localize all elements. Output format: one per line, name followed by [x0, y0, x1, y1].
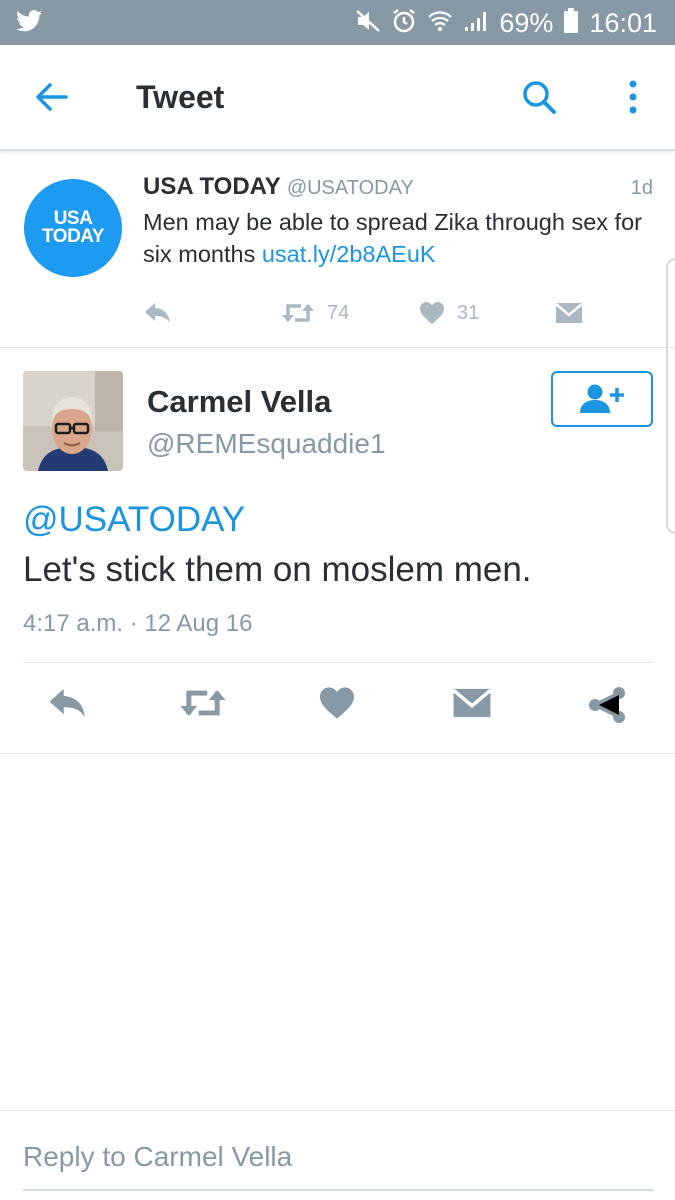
heart-icon [420, 302, 444, 324]
author-handle[interactable]: @USATODAY [287, 177, 414, 199]
tweet-actions: 74 31 [143, 301, 593, 331]
reply-button[interactable] [45, 686, 91, 725]
alarm-icon [391, 8, 417, 39]
status-bar: 69% 16:01 [0, 0, 675, 45]
profile-photo[interactable] [23, 371, 123, 471]
back-arrow-icon[interactable] [34, 79, 70, 120]
like-count: 31 [457, 301, 480, 324]
author-name[interactable]: USA TODAY [143, 173, 281, 200]
tweet-text: Men may be able to spread Zika through s… [143, 209, 642, 267]
scroll-edge-indicator [666, 258, 675, 534]
page-title: Tweet [136, 79, 225, 115]
tweet-mention[interactable]: @USATODAY [23, 500, 245, 540]
battery-icon [563, 7, 579, 39]
retweet-icon [282, 304, 314, 322]
tweet-link[interactable]: usat.ly/2b8AEuK [262, 241, 436, 267]
reply-bar[interactable]: Reply to Carmel Vella [0, 1110, 675, 1200]
battery-percent: 69% [499, 7, 554, 38]
wifi-icon [427, 9, 453, 38]
author-name[interactable]: Carmel Vella [147, 384, 331, 420]
author-handle[interactable]: @REMEsquaddie1 [147, 428, 386, 460]
tweet-text: Let's stick them on moslem men. [23, 550, 532, 589]
usatoday-avatar[interactable]: USA TODAY [24, 179, 122, 277]
tweet-detail: Carmel Vella @REMEsquaddie1 @USATODAY Le… [0, 348, 675, 754]
heart-icon [320, 687, 354, 719]
retweet-count: 74 [327, 301, 350, 324]
search-icon[interactable] [521, 79, 557, 120]
direct-message-button[interactable] [452, 686, 492, 725]
tweet-timestamp: 4:17 a.m. · 12 Aug 16 [23, 610, 253, 637]
add-user-icon [580, 384, 624, 413]
share-icon [589, 687, 625, 723]
tweet-header: USA TODAY @USATODAY 1d [143, 173, 653, 203]
reply-input[interactable]: Reply to Carmel Vella [23, 1141, 292, 1173]
direct-message-button[interactable] [555, 301, 583, 325]
twitter-bird-icon [16, 10, 42, 37]
reply-button[interactable] [143, 301, 173, 325]
retweet-button[interactable] [177, 686, 229, 725]
clock: 16:01 [589, 7, 657, 38]
signal-icon [463, 9, 489, 38]
like-button[interactable] [318, 686, 356, 725]
retweet-icon [180, 690, 226, 716]
follow-button[interactable] [551, 371, 653, 427]
reply-icon [145, 303, 170, 323]
like-button[interactable]: 31 [419, 301, 479, 325]
app-bar: Tweet [0, 45, 675, 151]
share-button[interactable] [587, 686, 627, 729]
original-tweet[interactable]: USA TODAY USA TODAY @USATODAY 1d Men may … [0, 151, 675, 348]
divider [23, 662, 653, 663]
tweet-age: 1d [630, 177, 653, 199]
input-underline [23, 1189, 653, 1191]
reply-icon [49, 688, 85, 718]
envelope-icon [555, 303, 583, 323]
mute-icon [355, 9, 381, 38]
envelope-icon [452, 688, 492, 718]
more-options-icon[interactable] [624, 79, 642, 120]
retweet-button[interactable]: 74 [281, 301, 349, 325]
